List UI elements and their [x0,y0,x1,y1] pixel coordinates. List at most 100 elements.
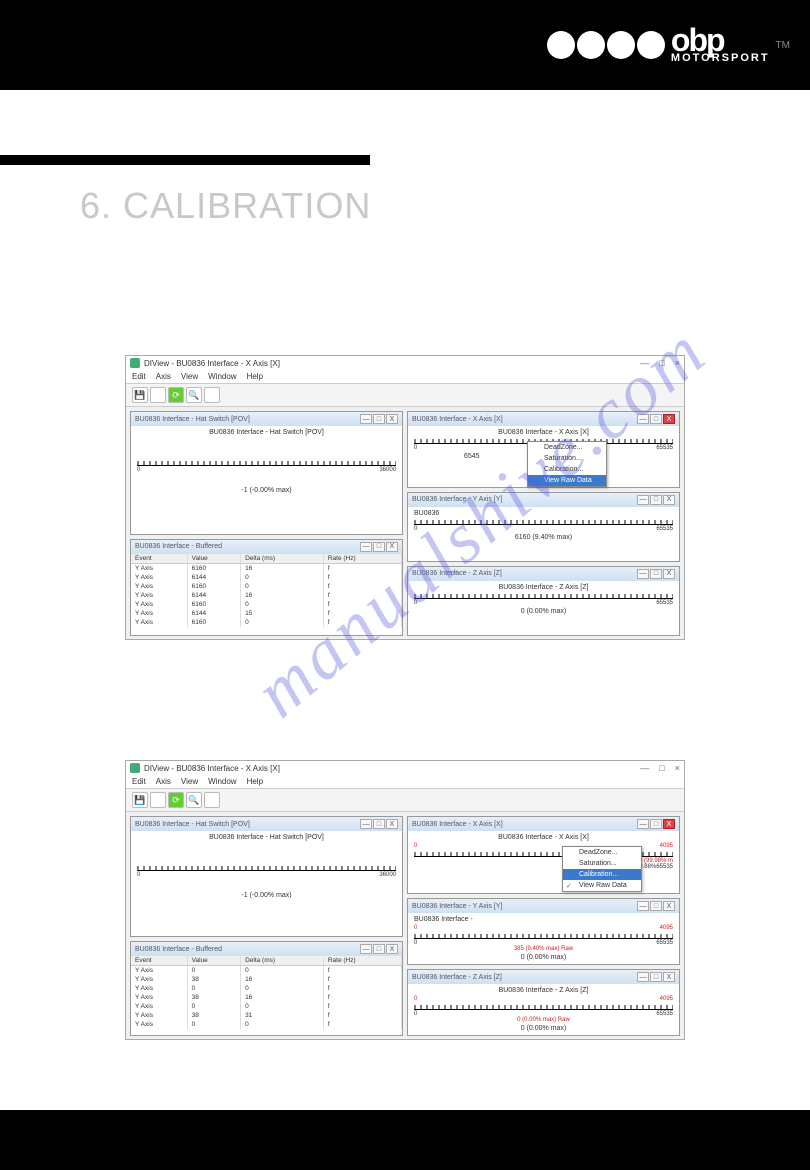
menu-item-calibration[interactable]: Calibration... [528,464,606,475]
menu-help[interactable]: Help [247,777,263,786]
axis-status: -1 (-0.00% max) [137,487,396,494]
menu-edit[interactable]: Edit [132,372,146,381]
context-menu[interactable]: DeadZone... Saturation... Calibration...… [527,441,607,487]
panel-maximize-icon[interactable]: □ [373,414,385,424]
panel-close-icon[interactable]: X [663,819,675,829]
menu-view[interactable]: View [181,372,198,381]
panel-close-icon[interactable]: X [663,569,675,579]
toolbar-button[interactable] [204,387,220,403]
table-cell: 6160 [187,618,240,627]
axis-label: BU0836 [414,510,439,517]
panel-maximize-icon[interactable]: □ [373,819,385,829]
panel-maximize-icon[interactable]: □ [650,569,662,579]
panel-title: BU0836 Interface - Y Axis [Y] [412,496,502,503]
table-cell: Y Axis [131,1020,187,1029]
screenshot-2: DIView - BU0836 Interface - X Axis [X] —… [125,760,685,1040]
axis-min: 0 [414,940,417,946]
panel-minimize-icon[interactable]: — [360,819,372,829]
table-cell: 31 [241,1011,324,1020]
minimize-button[interactable]: — [640,763,649,773]
table-cell: 38 [187,1011,240,1020]
panel-maximize-icon[interactable]: □ [373,542,385,552]
panel-close-icon[interactable]: X [663,495,675,505]
table-header: Delta (ms) [241,956,324,966]
table-cell: 6160 [187,582,240,591]
save-icon[interactable]: 💾 [132,792,148,808]
panel-minimize-icon[interactable]: — [637,901,649,911]
panel-maximize-icon[interactable]: □ [650,495,662,505]
panel-close-icon[interactable]: X [663,414,675,424]
axis-rmax: 65535 [656,1011,673,1017]
menu-item-calibration[interactable]: Calibration... [563,869,641,880]
save-icon[interactable]: 💾 [132,387,148,403]
panel-minimize-icon[interactable]: — [637,972,649,982]
maximize-button[interactable]: □ [659,763,664,773]
panel-close-icon[interactable]: X [386,819,398,829]
panel-y-axis: BU0836 Interface - Y Axis [Y] — □ X BU08… [407,492,680,562]
panel-maximize-icon[interactable]: □ [650,901,662,911]
panel-minimize-icon[interactable]: — [360,944,372,954]
panel-close-icon[interactable]: X [663,901,675,911]
axis-rmax: 65535 [656,940,673,946]
panel-maximize-icon[interactable]: □ [650,972,662,982]
menu-axis[interactable]: Axis [156,372,171,381]
panel-title: BU0836 Interface - Buffered [135,543,222,550]
panel-close-icon[interactable]: X [663,972,675,982]
panel-title: BU0836 Interface - X Axis [X] [412,416,503,423]
toolbar-button[interactable] [150,792,166,808]
search-icon[interactable]: 🔍 [186,387,202,403]
menu-edit[interactable]: Edit [132,777,146,786]
axis-status: 0 (0.00% max) [414,954,673,961]
axis-min-raw: 0 [414,843,417,849]
menu-axis[interactable]: Axis [156,777,171,786]
panel-close-icon[interactable]: X [386,944,398,954]
panel-title: BU0836 Interface - X Axis [X] [412,821,503,828]
toolbar-button[interactable] [204,792,220,808]
axis-min: 0 [414,526,417,532]
menu-window[interactable]: Window [208,777,236,786]
table-cell: f [323,573,401,582]
maximize-button[interactable]: □ [659,358,664,368]
search-icon[interactable]: 🔍 [186,792,202,808]
window-titlebar: DIView - BU0836 Interface - X Axis [X] —… [126,356,684,370]
panel-minimize-icon[interactable]: — [360,414,372,424]
table-cell: 16 [241,975,324,984]
axis-max-raw: 4095 [660,925,673,931]
axis-min: 0 [414,1011,417,1017]
panel-close-icon[interactable]: X [386,414,398,424]
panel-minimize-icon[interactable]: — [637,414,649,424]
menu-item-deadzone[interactable]: DeadZone... [528,442,606,453]
context-menu[interactable]: DeadZone... Saturation... Calibration...… [562,846,642,892]
panel-close-icon[interactable]: X [386,542,398,552]
panel-maximize-icon[interactable]: □ [650,414,662,424]
table-cell: f [323,609,401,618]
toolbar: 💾 ⟳ 🔍 [126,384,684,407]
panel-minimize-icon[interactable]: — [637,569,649,579]
menu-window[interactable]: Window [208,372,236,381]
close-button[interactable]: × [675,763,680,773]
close-button[interactable]: × [675,358,680,368]
table-header: Event [131,554,187,564]
menu-item-view-raw-data[interactable]: View Raw Data [528,475,606,486]
panel-maximize-icon[interactable]: □ [373,944,385,954]
menu-item-deadzone[interactable]: DeadZone... [563,847,641,858]
refresh-icon[interactable]: ⟳ [168,387,184,403]
panel-minimize-icon[interactable]: — [360,542,372,552]
table-cell: Y Axis [131,600,187,609]
menu-item-saturation[interactable]: Saturation... [563,858,641,869]
table-cell: 38 [187,975,240,984]
refresh-icon[interactable]: ⟳ [168,792,184,808]
table-cell: 0 [241,573,324,582]
menu-item-saturation[interactable]: Saturation... [528,453,606,464]
menu-item-view-raw-data[interactable]: ✓View Raw Data [563,880,641,891]
menu-view[interactable]: View [181,777,198,786]
panel-minimize-icon[interactable]: — [637,819,649,829]
menu-help[interactable]: Help [247,372,263,381]
minimize-button[interactable]: — [640,358,649,368]
table-row: Y Axis61600f [131,582,402,591]
table-header: Delta (ms) [241,554,324,564]
toolbar-button[interactable] [150,387,166,403]
menu-bar: Edit Axis View Window Help [126,370,684,384]
panel-maximize-icon[interactable]: □ [650,819,662,829]
panel-minimize-icon[interactable]: — [637,495,649,505]
